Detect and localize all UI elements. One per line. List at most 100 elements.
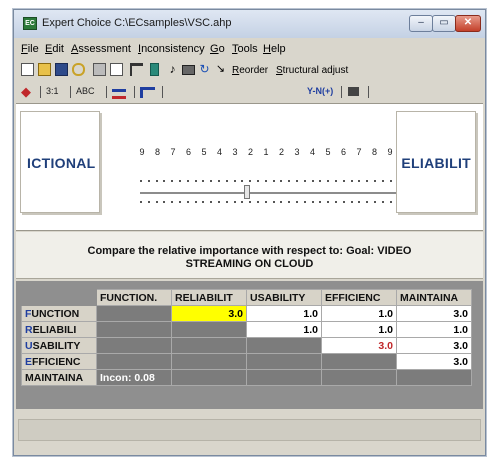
scale-tick bbox=[350, 201, 353, 203]
scale-tick bbox=[241, 180, 244, 182]
scale-tick bbox=[225, 201, 228, 203]
question-line-1: Compare the relative importance with res… bbox=[87, 245, 412, 257]
scale-tick bbox=[257, 201, 259, 203]
tab-yes-no[interactable]: Y-N(+) bbox=[307, 84, 333, 99]
matrix-cell[interactable]: 1.0 bbox=[246, 321, 322, 338]
tab-verbal[interactable]: ABC bbox=[76, 84, 95, 99]
scale-tick bbox=[147, 201, 150, 203]
music-note-icon[interactable]: ♪ bbox=[166, 63, 179, 76]
palette-icon[interactable]: ◆ bbox=[21, 84, 35, 99]
refresh-icon[interactable]: ↻ bbox=[198, 63, 211, 76]
matrix-icon[interactable] bbox=[348, 87, 359, 96]
menu-file[interactable]: File bbox=[21, 43, 39, 55]
matrix-cell-lower bbox=[96, 321, 172, 338]
bookmark-icon[interactable] bbox=[150, 63, 159, 76]
new-file-icon[interactable] bbox=[21, 63, 34, 76]
title-bar[interactable]: EC Expert Choice C:\ECsamples\VSC.ahp – … bbox=[14, 10, 485, 38]
matrix-cell-lower bbox=[171, 337, 247, 354]
matrix-cell-selected[interactable]: 3.0 bbox=[171, 305, 247, 322]
left-element-box[interactable]: ICTIONAL bbox=[20, 111, 100, 213]
scale-tick bbox=[155, 180, 158, 182]
menu-inconsistency[interactable]: Inconsistency bbox=[138, 43, 205, 55]
save-icon[interactable] bbox=[55, 63, 68, 76]
matrix-cell-inverse[interactable]: 3.0 bbox=[321, 337, 397, 354]
matrix-corner bbox=[21, 289, 97, 306]
scale-tick bbox=[140, 201, 142, 203]
menu-go[interactable]: Go bbox=[210, 43, 225, 55]
right-element-label: ELIABILIT bbox=[401, 155, 471, 171]
close-button[interactable]: ✕ bbox=[455, 15, 481, 32]
scale-tick bbox=[272, 180, 275, 182]
column-header[interactable]: USABILITY bbox=[246, 289, 322, 306]
table-row: FUNCTION 3.0 1.0 1.0 3.0 bbox=[21, 305, 472, 322]
scale-tick bbox=[342, 201, 345, 203]
right-element-box[interactable]: ELIABILIT bbox=[396, 111, 476, 213]
matrix-cell-lower bbox=[246, 369, 322, 386]
scale-tick bbox=[335, 201, 337, 203]
link-icon[interactable] bbox=[72, 63, 85, 76]
matrix-cell-lower bbox=[321, 369, 397, 386]
matrix-cell[interactable]: 3.0 bbox=[396, 305, 472, 322]
row-header[interactable]: FUNCTION bbox=[21, 305, 97, 322]
matrix-cell-diagonal bbox=[171, 321, 247, 338]
row-header[interactable]: RELIABILI bbox=[21, 321, 97, 338]
tree-icon[interactable] bbox=[130, 63, 143, 76]
matrix-cell[interactable]: 3.0 bbox=[396, 353, 472, 370]
wand-icon[interactable]: ↘ bbox=[214, 63, 227, 76]
matrix-cell[interactable]: 1.0 bbox=[321, 305, 397, 322]
minimize-button[interactable]: – bbox=[409, 15, 433, 32]
column-header[interactable]: MAINTAINA bbox=[396, 289, 472, 306]
matrix-cell[interactable]: 3.0 bbox=[396, 337, 472, 354]
tab-numeric[interactable]: 3:1 bbox=[46, 84, 59, 99]
scale-number: 8 bbox=[154, 147, 160, 157]
maximize-button[interactable]: ▭ bbox=[432, 15, 456, 32]
table-row: RELIABILI 1.0 1.0 1.0 bbox=[21, 321, 472, 338]
scale-tick bbox=[319, 201, 322, 203]
scale-tick bbox=[288, 201, 291, 203]
row-header[interactable]: USABILITY bbox=[21, 337, 97, 354]
questionnaire-icon[interactable] bbox=[140, 87, 155, 98]
reorder-button[interactable]: Reorder bbox=[232, 65, 268, 76]
graphical-icon[interactable] bbox=[112, 89, 126, 99]
scale-tick bbox=[147, 180, 150, 182]
column-header[interactable]: EFFICIENC bbox=[321, 289, 397, 306]
slider-thumb[interactable] bbox=[244, 185, 250, 199]
comparison-question: Compare the relative importance with res… bbox=[16, 245, 483, 271]
matrix-cell-diagonal bbox=[96, 305, 172, 322]
scale-tick bbox=[171, 201, 174, 203]
scale-tick bbox=[155, 201, 158, 203]
scale-tick bbox=[249, 180, 252, 182]
menu-tools[interactable]: Tools bbox=[232, 43, 258, 55]
matrix-cell[interactable]: 1.0 bbox=[246, 305, 322, 322]
matrix-cell[interactable]: 1.0 bbox=[396, 321, 472, 338]
print-icon[interactable] bbox=[93, 63, 106, 76]
preview-icon[interactable] bbox=[110, 63, 123, 76]
slider-track[interactable] bbox=[140, 192, 396, 194]
window-title: Expert Choice C:\ECsamples\VSC.ahp bbox=[42, 17, 232, 29]
menu-edit[interactable]: Edit bbox=[45, 43, 64, 55]
matrix-cell-lower bbox=[171, 353, 247, 370]
scale-tick bbox=[280, 180, 283, 182]
expert-choice-app-icon[interactable]: EC bbox=[23, 17, 37, 30]
scale-number: 4 bbox=[309, 147, 315, 157]
column-header[interactable]: RELIABILIT bbox=[171, 289, 247, 306]
scale-tick bbox=[186, 180, 189, 182]
menu-help[interactable]: Help bbox=[263, 43, 286, 55]
scale-tick bbox=[335, 180, 337, 182]
row-header[interactable]: EFFICIENC bbox=[21, 353, 97, 370]
menu-assessment[interactable]: Assessment bbox=[71, 43, 131, 55]
row-header[interactable]: MAINTAINA bbox=[21, 369, 97, 386]
column-header[interactable]: FUNCTION. bbox=[96, 289, 172, 306]
matrix-cell[interactable]: 1.0 bbox=[321, 321, 397, 338]
scale-tick bbox=[311, 180, 314, 182]
grid-icon[interactable] bbox=[182, 65, 195, 75]
scale-tick bbox=[374, 180, 376, 182]
structural-adjust-button[interactable]: Structural adjust bbox=[276, 65, 348, 76]
open-folder-icon[interactable] bbox=[38, 63, 51, 76]
question-line-2: STREAMING ON CLOUD bbox=[185, 258, 314, 270]
view-toolbar: ◆ 3:1 ABC Y-N(+) bbox=[14, 83, 485, 101]
comparison-matrix: FUNCTION. RELIABILIT USABILITY EFFICIENC… bbox=[21, 289, 472, 386]
scale-tick bbox=[257, 180, 259, 182]
scale-number: 2 bbox=[278, 147, 284, 157]
inconsistency-ratio: Incon: 0.08 bbox=[96, 369, 172, 386]
